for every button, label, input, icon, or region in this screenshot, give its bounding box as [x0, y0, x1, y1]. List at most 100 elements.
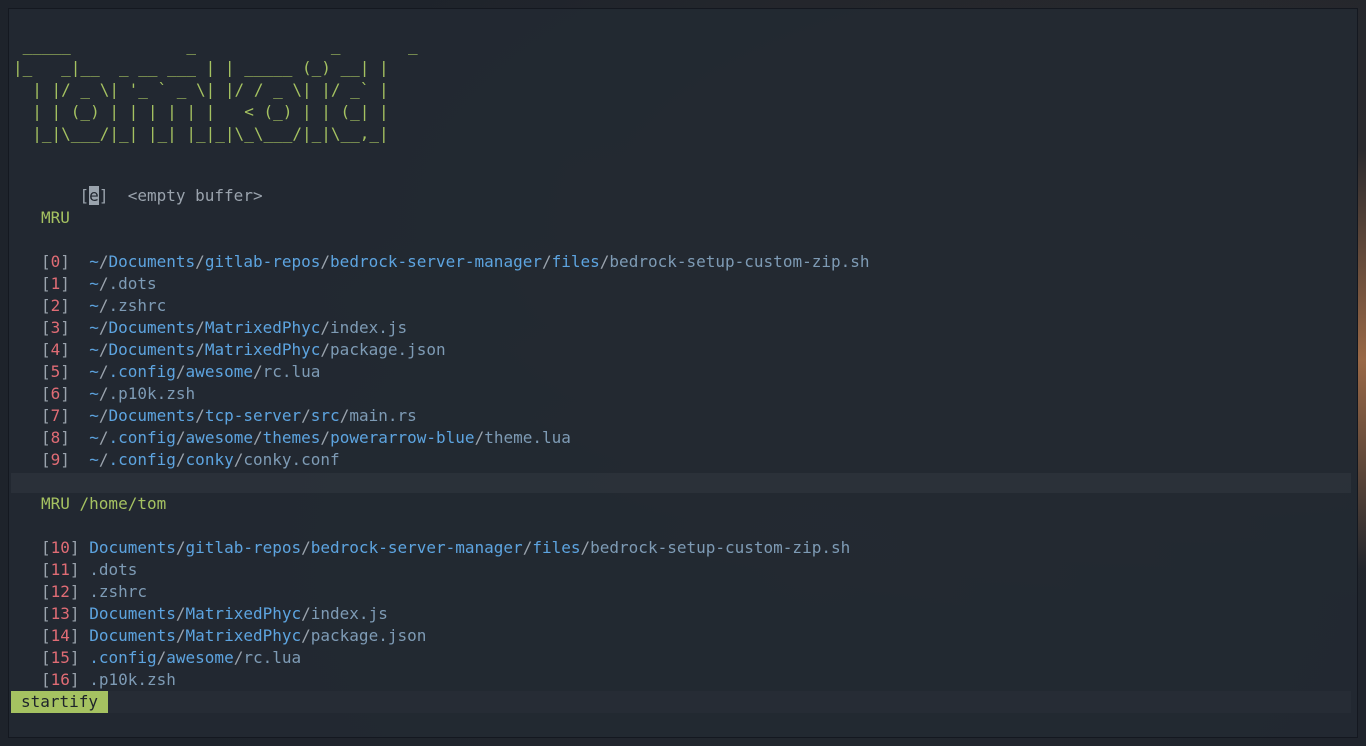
path-directory: Documents	[89, 604, 176, 623]
path-separator: /	[320, 318, 331, 337]
bracket-close: ]	[60, 252, 70, 271]
path-filename: rc.lua	[262, 362, 321, 381]
path-separator: /	[175, 626, 186, 645]
entry-index: 11	[50, 560, 70, 579]
file-path: ~/.config/conky/conky.conf	[89, 450, 340, 469]
path-filename: package.json	[310, 626, 427, 645]
path-separator: /	[175, 428, 186, 447]
path-directory: Documents	[108, 340, 196, 359]
wallpaper-edge	[1358, 150, 1366, 570]
path-directory: tcp-server	[204, 406, 302, 425]
path-directory: Documents	[89, 626, 176, 645]
path-directory: .config	[89, 648, 157, 667]
bracket-open: [	[41, 450, 51, 469]
mru-entry[interactable]: [1] ~/.dots	[41, 273, 157, 295]
file-path: .config/awesome/rc.lua	[89, 648, 301, 667]
mru-entry[interactable]: [12] .zshrc	[41, 581, 147, 603]
mru-entry[interactable]: [16] .p10k.zsh	[41, 669, 176, 691]
bracket-open: [	[41, 340, 51, 359]
file-path: ~/Documents/MatrixedPhyc/index.js	[89, 318, 407, 337]
entry-index: 0	[50, 252, 61, 271]
path-filename: .zshrc	[89, 582, 147, 601]
path-directory: gitlab-repos	[185, 538, 302, 557]
highlight-bar	[11, 473, 1351, 493]
path-directory: ~	[89, 362, 99, 381]
bracket-close: ]	[69, 560, 80, 579]
path-filename: conky.conf	[243, 450, 340, 469]
path-separator: /	[301, 406, 311, 425]
file-path: ~/.p10k.zsh	[89, 384, 195, 403]
path-directory: MatrixedPhyc	[185, 626, 302, 645]
mru-entry[interactable]: [4] ~/Documents/MatrixedPhyc/package.jso…	[41, 339, 446, 361]
path-filename: bedrock-setup-custom-zip.sh	[609, 252, 870, 271]
path-separator: /	[522, 538, 533, 557]
path-directory: ~	[89, 428, 99, 447]
file-path: ~/.config/awesome/rc.lua	[89, 362, 320, 381]
path-directory: files	[532, 538, 581, 557]
mru-entry[interactable]: [0] ~/Documents/gitlab-repos/bedrock-ser…	[41, 251, 870, 273]
bracket-open: [	[41, 318, 51, 337]
path-directory: ~	[89, 384, 99, 403]
path-filename: bedrock-setup-custom-zip.sh	[590, 538, 851, 557]
path-separator: /	[195, 406, 205, 425]
mru-entry[interactable]: [13] Documents/MatrixedPhyc/index.js	[41, 603, 388, 625]
mru-entry[interactable]: [8] ~/.config/awesome/themes/powerarrow-…	[41, 427, 571, 449]
ascii-banner: _____ _ _ _ |_ _|__ _ __ ___ | | _____ (…	[13, 36, 418, 143]
bracket-open: [	[41, 670, 51, 689]
path-separator: /	[541, 252, 552, 271]
path-directory: Documents	[108, 406, 196, 425]
path-filename: rc.lua	[243, 648, 302, 667]
mru-entry[interactable]: [7] ~/Documents/tcp-server/src/main.rs	[41, 405, 417, 427]
path-directory: powerarrow-blue	[330, 428, 475, 447]
path-filename: package.json	[330, 340, 446, 359]
statusline-mode: startify	[11, 691, 109, 713]
bracket-open: [	[41, 604, 51, 623]
path-separator: /	[175, 538, 186, 557]
bracket-open: [	[41, 406, 51, 425]
mru-entry[interactable]: [15] .config/awesome/rc.lua	[41, 647, 301, 669]
path-separator: /	[320, 252, 331, 271]
file-path: .p10k.zsh	[89, 670, 176, 689]
bracket-close: ]	[69, 582, 80, 601]
path-directory: gitlab-repos	[204, 252, 321, 271]
path-separator: /	[195, 340, 205, 359]
bracket-close: ]	[60, 340, 70, 359]
bracket-open: [	[41, 274, 51, 293]
path-directory: conky	[185, 450, 234, 469]
empty-buffer-entry[interactable]: [e] <empty buffer>	[41, 163, 263, 205]
mru-entry[interactable]: [14] Documents/MatrixedPhyc/package.json	[41, 625, 426, 647]
entry-index: 6	[50, 384, 61, 403]
path-directory: MatrixedPhyc	[185, 604, 302, 623]
mru-entry[interactable]: [10] Documents/gitlab-repos/bedrock-serv…	[41, 537, 850, 559]
bracket-open: [	[41, 582, 51, 601]
path-directory: awesome	[166, 648, 234, 667]
path-directory: bedrock-server-manager	[310, 538, 523, 557]
path-separator: /	[175, 450, 186, 469]
bracket-close: ]	[60, 274, 70, 293]
terminal-window[interactable]: _____ _ _ _ |_ _|__ _ __ ___ | | _____ (…	[8, 8, 1358, 738]
path-filename: theme.lua	[484, 428, 571, 447]
path-directory: ~	[89, 450, 99, 469]
path-directory: .config	[108, 450, 176, 469]
path-separator: /	[301, 604, 311, 623]
entry-index: 14	[50, 626, 70, 645]
bracket-close: ]	[69, 626, 80, 645]
path-separator: /	[195, 252, 205, 271]
cursor-key: e	[89, 186, 99, 205]
path-directory: Documents	[108, 252, 196, 271]
bracket-close: ]	[60, 318, 70, 337]
path-separator: /	[320, 340, 331, 359]
path-directory: src	[310, 406, 340, 425]
mru-entry[interactable]: [5] ~/.config/awesome/rc.lua	[41, 361, 320, 383]
mru-entry[interactable]: [9] ~/.config/conky/conky.conf	[41, 449, 340, 471]
bracket-open: [	[41, 252, 51, 271]
bracket-close: ]	[60, 362, 70, 381]
bracket-close: ]	[69, 604, 80, 623]
mru-entry[interactable]: [11] .dots	[41, 559, 137, 581]
mru-entry[interactable]: [3] ~/Documents/MatrixedPhyc/index.js	[41, 317, 407, 339]
path-directory: .config	[108, 362, 176, 381]
mru-entry[interactable]: [2] ~/.zshrc	[41, 295, 166, 317]
mru-entry[interactable]: [6] ~/.p10k.zsh	[41, 383, 195, 405]
entry-index: 2	[50, 296, 61, 315]
entry-index: 16	[50, 670, 70, 689]
